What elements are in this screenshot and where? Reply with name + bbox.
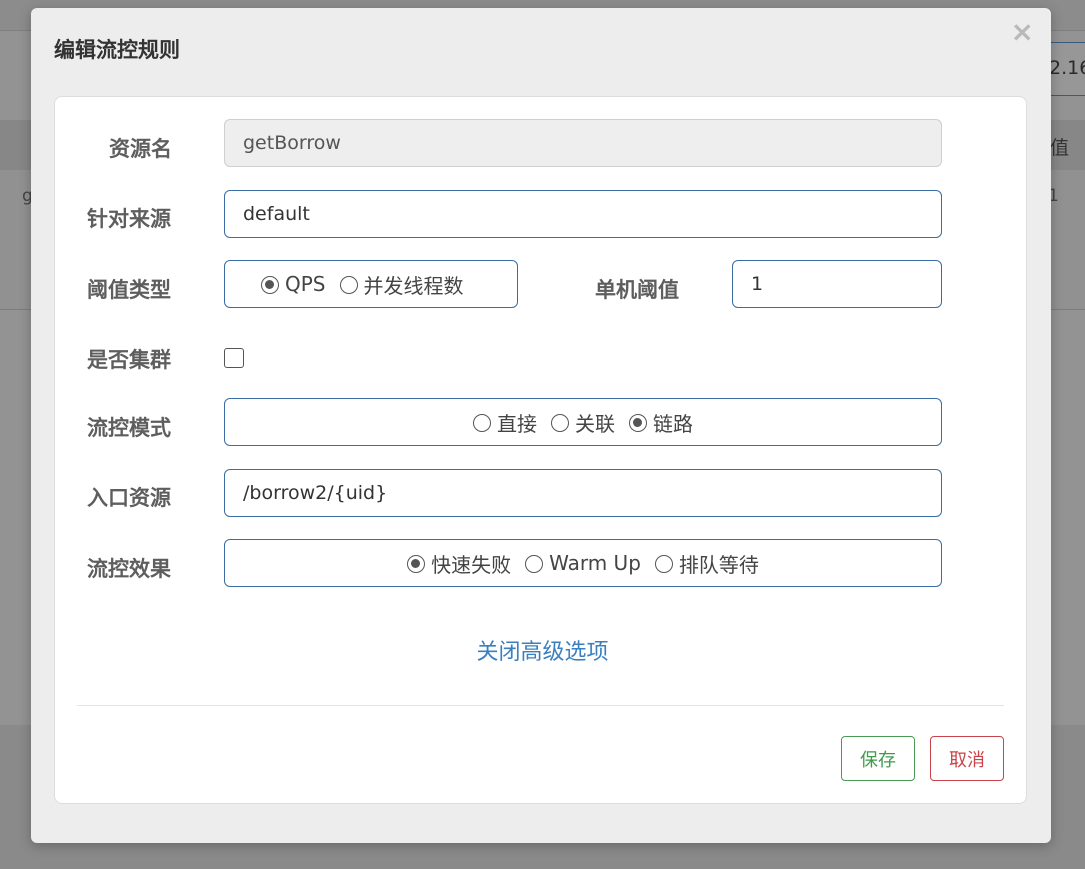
entry-resource-input[interactable]: /borrow2/{uid} — [224, 469, 942, 517]
option-label: QPS — [285, 272, 326, 296]
dialog-title: 编辑流控规则 — [54, 38, 180, 62]
strategy-relate-option[interactable]: 关联 — [551, 408, 615, 437]
option-label: 排队等待 — [678, 552, 759, 577]
cancel-button[interactable]: 取消 — [930, 736, 1004, 781]
radio-unselected-icon[interactable] — [551, 414, 569, 432]
threshold-value: 1 — [751, 273, 764, 295]
close-icon[interactable]: × — [1011, 18, 1034, 46]
footer-divider — [77, 705, 1004, 706]
option-label: 直接 — [497, 411, 537, 436]
limit-app-input[interactable]: default — [224, 190, 942, 238]
threshold-input[interactable]: 1 — [732, 260, 942, 308]
strategy-radio-group: 直接 关联 链路 — [224, 398, 942, 446]
strategy-chain-option[interactable]: 链路 — [629, 408, 693, 437]
radio-unselected-icon[interactable] — [654, 555, 673, 573]
radio-selected-icon[interactable] — [407, 555, 426, 573]
cluster-checkbox[interactable] — [224, 348, 244, 368]
cluster-label: 是否集群 — [87, 348, 171, 372]
threshold-type-label: 阈值类型 — [87, 278, 171, 302]
strategy-direct-option[interactable]: 直接 — [473, 408, 537, 437]
option-label: 快速失败 — [431, 552, 512, 577]
option-label: 链路 — [653, 411, 693, 436]
option-label: Warm Up — [549, 551, 641, 575]
threshold-type-qps-option[interactable]: QPS — [261, 272, 326, 296]
limit-app-label: 针对来源 — [87, 207, 171, 231]
resource-name-value: getBorrow — [243, 132, 341, 154]
option-label: 关联 — [575, 411, 615, 436]
option-label: 并发线程数 — [363, 273, 464, 298]
threshold-type-thread-option[interactable]: 并发线程数 — [339, 270, 464, 299]
strategy-label: 流控模式 — [87, 416, 171, 440]
limit-app-value: default — [243, 203, 310, 225]
radio-unselected-icon[interactable] — [339, 276, 358, 294]
behavior-fast-fail-option[interactable]: 快速失败 — [407, 549, 511, 578]
control-behavior-label: 流控效果 — [87, 557, 171, 581]
radio-selected-icon[interactable] — [629, 414, 647, 432]
entry-resource-label: 入口资源 — [87, 486, 171, 510]
control-behavior-radio-group: 快速失败 Warm Up 排队等待 — [224, 539, 942, 587]
save-button[interactable]: 保存 — [841, 736, 915, 781]
threshold-type-radio-group: QPS 并发线程数 — [224, 260, 518, 308]
bg-column-header: 值 — [1050, 137, 1070, 159]
resource-name-label: 资源名 — [109, 137, 172, 161]
radio-unselected-icon[interactable] — [525, 555, 544, 573]
radio-unselected-icon[interactable] — [473, 414, 491, 432]
threshold-label: 单机阈值 — [595, 278, 679, 302]
entry-resource-value: /borrow2/{uid} — [243, 482, 388, 504]
close-advanced-options-link[interactable]: 关闭高级选项 — [0, 634, 1085, 666]
behavior-warm-up-option[interactable]: Warm Up — [525, 551, 641, 575]
radio-selected-icon[interactable] — [261, 276, 279, 294]
resource-name-input[interactable]: getBorrow — [224, 119, 942, 167]
behavior-queue-option[interactable]: 排队等待 — [654, 549, 759, 578]
